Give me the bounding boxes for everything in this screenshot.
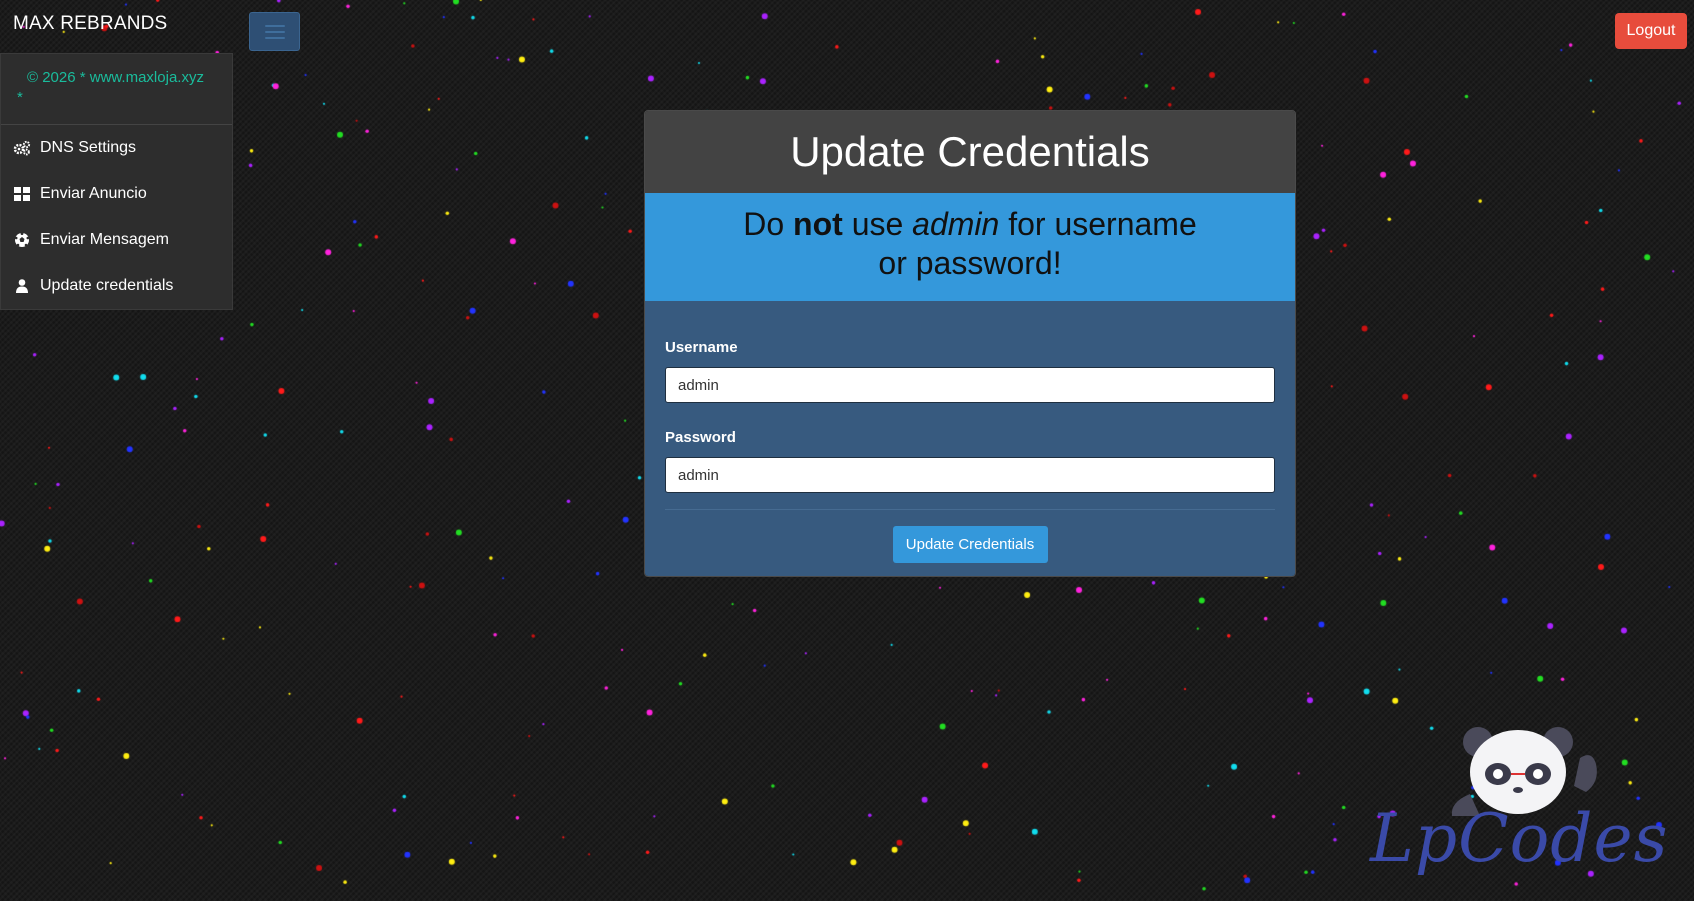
sidebar-copyright: © 2026 * www.maxloja.xyz * (1, 54, 232, 125)
alert-italic-text: admin (912, 206, 1000, 242)
credentials-form: Username Password Update Credentials (645, 301, 1295, 576)
brand-title: MAX REBRANDS (13, 13, 168, 34)
hamburger-icon (264, 24, 285, 39)
grid-icon (13, 186, 31, 202)
sidebar-item-enviar-anuncio[interactable]: Enviar Anuncio (1, 171, 232, 217)
username-label: Username (665, 339, 738, 356)
lpcodes-watermark: LpCodes (1370, 720, 1670, 890)
soccer-ball-icon (13, 232, 31, 248)
sidebar-item-enviar-mensagem[interactable]: Enviar Mensagem (1, 217, 232, 263)
sidebar-item-update-credentials[interactable]: Update credentials (1, 263, 232, 309)
sidebar-item-label: DNS Settings (40, 139, 137, 156)
logout-button[interactable]: Logout (1615, 13, 1687, 49)
watermark-text: LpCodes (1370, 800, 1669, 877)
user-icon (13, 278, 31, 294)
credentials-panel: Update Credentials Do not use admin for … (644, 110, 1296, 577)
alert-text: use (842, 206, 913, 242)
alert-text: Do (743, 206, 794, 242)
copyright-text: © 2026 * www.maxloja.xyz (27, 69, 204, 86)
warning-alert: Do not use admin for username or passwor… (645, 193, 1295, 301)
sidebar-menu: © 2026 * www.maxloja.xyz * DNS Settings … (0, 53, 233, 310)
sidebar-item-label: Update credentials (40, 277, 174, 294)
gears-icon (13, 140, 31, 156)
username-input[interactable] (665, 367, 1275, 403)
password-label: Password (665, 429, 736, 446)
sidebar-item-label: Enviar Mensagem (40, 231, 169, 248)
menu-toggle-button[interactable] (249, 12, 300, 51)
update-credentials-button[interactable]: Update Credentials (892, 526, 1048, 563)
sidebar-item-label: Enviar Anuncio (40, 185, 147, 202)
panel-title: Update Credentials (645, 111, 1295, 193)
alert-bold-text: not (793, 206, 843, 242)
password-input[interactable] (665, 457, 1275, 493)
sidebar-item-dns-settings[interactable]: DNS Settings (1, 125, 232, 171)
copyright-asterisk: * (17, 89, 23, 106)
